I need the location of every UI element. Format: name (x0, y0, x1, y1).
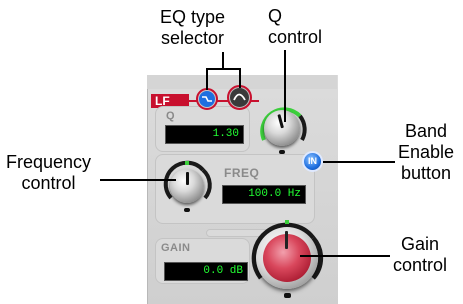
callout-line-1: EQ type (160, 7, 226, 27)
gain-knob-indicator (285, 231, 288, 249)
frequency-control-leader (100, 179, 176, 181)
eq-selector-leader-stem (222, 52, 224, 69)
q-value-display[interactable]: 1.30 (165, 125, 244, 144)
freq-value-display[interactable]: 100.0 Hz (222, 185, 306, 204)
freq-label: FREQ (224, 166, 260, 180)
callout-line-3: button (401, 163, 452, 183)
eq-type-selector-callout: EQ type selector (160, 7, 225, 49)
band-enable-leader (323, 161, 395, 163)
callout-line-1: Frequency (6, 152, 92, 172)
eq-type-shelf-button[interactable] (196, 88, 218, 110)
callout-line-2: selector (161, 28, 225, 48)
eq-selector-leader-right (239, 68, 241, 88)
frequency-knob[interactable] (170, 169, 204, 203)
callout-line-2: Enable (398, 142, 455, 162)
shelf-icon (199, 91, 215, 107)
gain-label: GAIN (161, 242, 191, 254)
band-enable-label: IN (308, 156, 317, 166)
q-knob-indicator (277, 114, 284, 129)
band-enable-button-callout: Band Enable button (398, 121, 454, 184)
callout-line-1: Gain (401, 234, 440, 254)
q-knob-dot (279, 150, 285, 154)
callout-line-2: control (393, 255, 448, 275)
frequency-knob-dot (184, 208, 190, 212)
gain-knob[interactable] (256, 227, 318, 289)
gain-knob-dot (284, 293, 291, 298)
eq-type-peak-button[interactable] (227, 85, 252, 110)
q-control-callout: Q control (268, 6, 322, 48)
q-control-leader (284, 50, 286, 122)
band-enable-button[interactable]: IN (302, 151, 323, 172)
peak-icon (230, 88, 249, 107)
eq-selector-leader-bar (206, 68, 240, 70)
callout-line-1: Band (405, 121, 448, 141)
gain-control-callout: Gain control (393, 234, 447, 276)
callout-line-2: control (21, 173, 76, 193)
callout-line-2: control (268, 27, 323, 47)
q-knob[interactable] (264, 110, 300, 146)
frequency-control-callout: Frequency control (6, 152, 91, 194)
q-label: Q (166, 110, 176, 122)
callout-line-1: Q (268, 6, 283, 26)
eq-selector-leader-left (206, 68, 208, 90)
gain-value-display[interactable]: 0.0 dB (164, 262, 248, 281)
gain-control-leader (300, 255, 390, 257)
frequency-knob-indicator (186, 172, 189, 185)
